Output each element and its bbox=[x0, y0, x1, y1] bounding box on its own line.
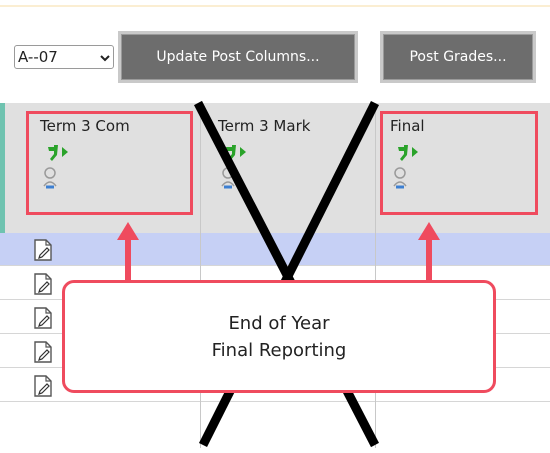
edit-note-icon[interactable] bbox=[34, 273, 52, 295]
edit-note-icon[interactable] bbox=[34, 375, 52, 397]
column-header-term3-mark[interactable]: Term 3 Mark bbox=[218, 117, 310, 135]
post-grades-button[interactable]: Post Grades... bbox=[380, 31, 536, 83]
highlight-box-final bbox=[380, 111, 538, 215]
update-post-columns-button[interactable]: Update Post Columns... bbox=[118, 31, 358, 83]
top-divider bbox=[0, 5, 550, 7]
highlight-box-term3-comment bbox=[26, 111, 193, 215]
table-row bbox=[0, 233, 550, 266]
chevron-down-icon bbox=[100, 55, 110, 62]
callout-line-1: End of Year bbox=[228, 312, 330, 334]
callout-line-2: Final Reporting bbox=[211, 339, 347, 361]
edit-note-icon[interactable] bbox=[34, 239, 52, 261]
term-select[interactable]: A--07 bbox=[14, 45, 114, 69]
annotation-callout: End of Year Final Reporting bbox=[62, 280, 496, 393]
edit-note-icon[interactable] bbox=[34, 307, 52, 329]
column-divider bbox=[375, 103, 376, 448]
edit-note-icon[interactable] bbox=[34, 341, 52, 363]
post-grades-label: Post Grades... bbox=[409, 49, 507, 65]
user-search-icon[interactable] bbox=[221, 167, 235, 189]
selected-column-edge bbox=[0, 103, 5, 233]
update-post-columns-label: Update Post Columns... bbox=[156, 49, 320, 65]
column-icons-term3-mark bbox=[221, 145, 246, 189]
post-arrow-icon[interactable] bbox=[226, 145, 246, 161]
column-divider bbox=[200, 103, 201, 448]
term-select-value: A--07 bbox=[18, 48, 58, 66]
